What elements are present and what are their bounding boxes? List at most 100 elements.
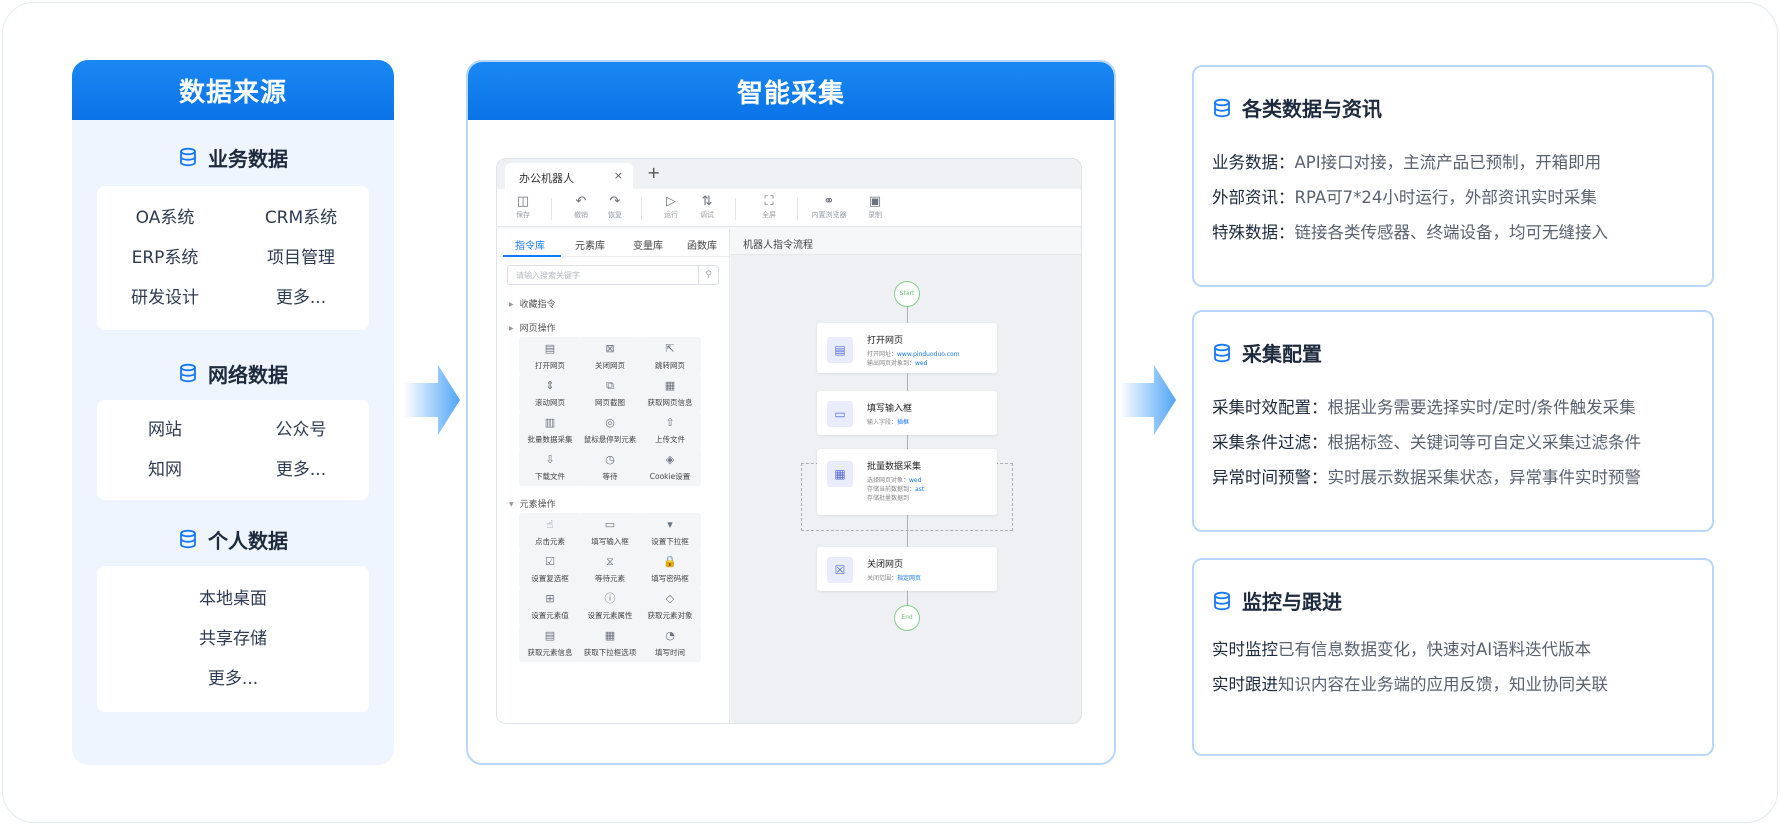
data-source-title: 数据来源 — [72, 60, 394, 120]
browser-button[interactable]: ⚭ 内置浏览器 — [809, 193, 849, 220]
command-item[interactable]: ⊠ 关闭网页 — [579, 337, 641, 375]
tab-office-robot[interactable]: 办公机器人 × — [505, 163, 633, 189]
command-item[interactable]: ▤ 打开网页 — [519, 337, 581, 375]
command-item[interactable]: ▦ 获取网页信息 — [639, 374, 701, 412]
command-item[interactable]: ⧖ 等待元素 — [579, 550, 641, 588]
command-label: 设置下拉框 — [651, 537, 689, 546]
command-icon: ◷ — [605, 453, 615, 466]
step-detail: 输入字段：插框 — [867, 419, 910, 426]
card-title: 采集配置 — [1212, 338, 1322, 367]
card-line: 特殊数据：链接各类传感器、终端设备，均可无缝接入 — [1212, 223, 1608, 242]
flow-arrow-icon — [404, 365, 460, 435]
command-item[interactable]: ▭ 填写输入框 — [579, 513, 641, 551]
command-item[interactable]: ⇕ 滚动网页 — [519, 374, 581, 412]
command-item[interactable]: ☝ 点击元素 — [519, 513, 581, 551]
data-source-panel: 数据来源 业务数据 OA系统 CRM系统 ERP系统 项目管理 研发设计 更多.… — [72, 60, 394, 765]
command-item[interactable]: ◈ Cookie设置 — [639, 448, 701, 486]
record-button[interactable]: ▣ 录制 — [855, 193, 895, 220]
more-link[interactable]: 更多... — [97, 659, 369, 699]
list-item: 共享存储 — [199, 629, 267, 649]
command-label: 填写输入框 — [591, 537, 629, 546]
command-label: 滚动网页 — [535, 398, 565, 407]
section-element-ops[interactable]: ▼ 元素操作 — [509, 497, 556, 510]
command-label: 网页截图 — [595, 398, 625, 407]
add-tab-icon[interactable]: + — [647, 163, 660, 182]
card-monitoring: 监控与跟进 实时监控已有信息数据变化，快速对AI语料迭代版本 实时跟进知识内容在… — [1192, 558, 1714, 756]
step-detail: 关闭范围：指定网页 — [867, 575, 922, 582]
list-item: CRM系统 — [264, 208, 338, 228]
database-icon — [1214, 98, 1230, 117]
step-title: 打开网页 — [867, 336, 904, 346]
card-line: 外部资讯：RPA可7*24小时运行，外部资讯实时采集 — [1212, 188, 1597, 207]
list-item: OA系统 — [135, 208, 195, 228]
section-favorites[interactable]: ▶ 收藏指令 — [509, 297, 556, 310]
redo-button[interactable]: ↷ 恢复 — [595, 193, 635, 220]
command-item[interactable]: ⇱ 跳转网页 — [639, 337, 701, 375]
command-item[interactable]: 🔒 填写密码框 — [639, 550, 701, 588]
tab-elements[interactable]: 元素库 — [575, 237, 605, 252]
command-icon: ⊠ — [605, 342, 615, 355]
command-item[interactable]: ⧉ 网页截图 — [579, 374, 641, 412]
fullscreen-button[interactable]: ⛶ 全屏 — [749, 193, 789, 220]
run-button[interactable]: ▷ 运行 — [651, 193, 691, 220]
tab-variables[interactable]: 变量库 — [633, 237, 663, 252]
command-icon: ◈ — [665, 453, 675, 466]
command-label: 填写密码框 — [651, 574, 689, 583]
command-item[interactable]: ▾ 设置下拉框 — [639, 513, 701, 551]
command-item[interactable]: ⇧ 上传文件 — [639, 411, 701, 449]
card-title: 各类数据与资讯 — [1212, 93, 1382, 122]
command-icon: ▾ — [667, 518, 673, 531]
command-item[interactable]: ◷ 等待 — [579, 448, 641, 486]
command-item[interactable]: ▥ 批量数据采集 — [519, 411, 581, 449]
database-icon — [1214, 343, 1230, 362]
browser-icon: ⚭ — [823, 194, 835, 209]
close-icon[interactable]: × — [614, 169, 623, 182]
start-node[interactable]: Start — [894, 281, 920, 307]
command-item[interactable]: ▤ 获取元素信息 — [519, 624, 581, 662]
command-search-input[interactable]: 请输入搜索关键字 ⚲ — [507, 265, 719, 285]
group-title: 网络数据 — [208, 362, 288, 387]
command-item[interactable]: ◔ 填写时间 — [639, 624, 701, 662]
tab-functions[interactable]: 函数库 — [687, 237, 717, 252]
save-button[interactable]: ◫ 保存 — [503, 193, 543, 220]
card-line: 采集时效配置：根据业务需要选择实时/定时/条件触发采集 — [1212, 398, 1636, 417]
command-item[interactable]: ⓘ 设置元素属性 — [579, 587, 641, 625]
command-icon: ⧉ — [606, 379, 614, 392]
step-open-webpage[interactable]: ▤ 打开网页 打开网址：www.pinduoduo.com 输出网页对象到：we… — [817, 323, 997, 373]
command-label: 填写时间 — [655, 648, 685, 657]
step-close-webpage[interactable]: ☒ 关闭网页 关闭范围：指定网页 — [817, 547, 997, 591]
command-icon: ▤ — [544, 342, 556, 355]
command-icon: ⇱ — [665, 342, 675, 355]
database-icon — [180, 147, 196, 167]
card-line: 异常时间预警：实时展示数据采集状态，异常事件实时预警 — [1212, 468, 1641, 487]
command-item[interactable]: ⊞ 设置元素值 — [519, 587, 581, 625]
more-link[interactable]: 更多... — [233, 450, 369, 490]
command-item[interactable]: ▦ 获取下拉框选项 — [579, 624, 641, 662]
command-label: 批量数据采集 — [527, 435, 573, 444]
section-web-ops[interactable]: ▶ 网页操作 — [509, 321, 556, 334]
command-item[interactable]: ◎ 鼠标悬停到元素 — [579, 411, 641, 449]
step-detail: 存储当前数据到：ast — [867, 486, 925, 493]
command-label: 设置元素值 — [531, 611, 569, 620]
command-label: 关闭网页 — [595, 361, 625, 370]
card-data-info: 各类数据与资讯 业务数据：API接口对接，主流产品已预制，开箱即用 外部资讯：R… — [1192, 65, 1714, 287]
step-batch-collect[interactable]: ▦ 批量数据采集 选择网页对象：wed 存储当前数据到：ast 存储批量数据到 — [817, 449, 997, 515]
tab-commands[interactable]: 指令库 — [515, 237, 545, 252]
rpa-app-window: 办公机器人 × + ◫ 保存 ↶ 撤销 ↷ 恢复 ▷ 运行 ⇅ 调试 ⛶ 全屏 ⚭ 内置浏览器… — [496, 158, 1082, 724]
smart-collection-title: 智能采集 — [468, 62, 1114, 120]
step-detail: 存储批量数据到 — [867, 495, 910, 502]
tab-bar: 办公机器人 × + — [497, 159, 1081, 189]
group-title: 业务数据 — [208, 146, 288, 171]
command-item[interactable]: ☑ 设置复选框 — [519, 550, 581, 588]
more-link[interactable]: 更多... — [233, 278, 369, 318]
search-icon[interactable]: ⚲ — [698, 266, 718, 284]
end-node[interactable]: End — [894, 605, 920, 631]
command-label: 获取元素对象 — [647, 611, 693, 620]
command-label: 获取元素信息 — [527, 648, 573, 657]
command-item[interactable]: ◇ 获取元素对象 — [639, 587, 701, 625]
command-label: 设置元素属性 — [587, 611, 633, 620]
command-item[interactable]: ⇩ 下载文件 — [519, 448, 581, 486]
group-personal-title: 个人数据 — [72, 524, 394, 554]
debug-button[interactable]: ⇅ 调试 — [687, 193, 727, 220]
step-fill-input[interactable]: ▭ 填写输入框 输入字段：插框 — [817, 391, 997, 435]
